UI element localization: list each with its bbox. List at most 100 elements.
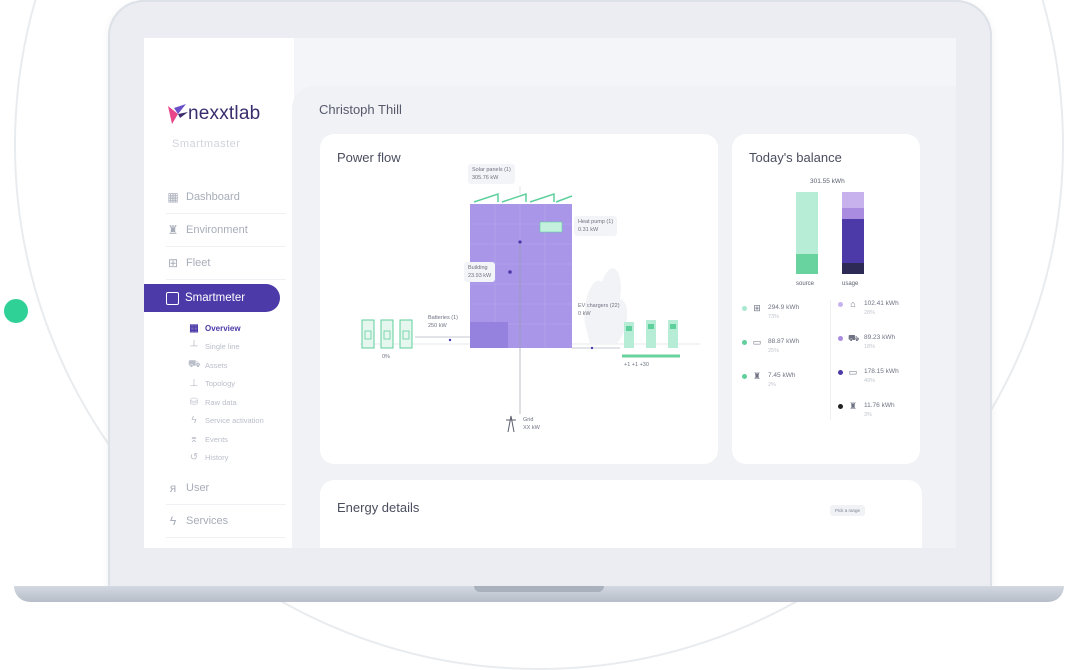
percent: 28% <box>864 310 876 316</box>
history-icon: ↺ <box>189 452 199 464</box>
usage-label: usage <box>842 281 859 287</box>
battery-pack-shape <box>361 319 413 349</box>
subnav-item-raw-data[interactable]: ⛁ Raw data <box>188 393 294 412</box>
ev-chargers-label: EV chargers (22) <box>578 303 620 309</box>
subnav-item-overview[interactable]: ▦ Overview <box>188 319 294 338</box>
sidebar-item-label: Services <box>186 515 229 527</box>
power-flow-card: Power flow Solar panels (1) 305.76 kW He… <box>320 134 718 464</box>
usage-row-battery: ▭ 178.15 kWh 49% <box>838 368 899 384</box>
sidebar-item-label: Fleet <box>186 257 211 269</box>
fleet-icon: ⊞ <box>167 256 179 270</box>
legend-dot <box>838 370 843 375</box>
source-label: source <box>796 281 815 287</box>
pick-range-button[interactable]: Pick a range <box>830 505 866 516</box>
source-row-battery: ▭ 88.87 kWh 25% <box>742 338 799 354</box>
building-value: 23.93 kW <box>468 273 492 279</box>
sidebar-item-services[interactable]: ϟ Services <box>166 505 286 538</box>
source-row-grid: ♜ 7.45 kWh 2% <box>742 372 795 388</box>
sidebar-item-label: Environment <box>186 224 248 236</box>
sidebar-item-label: Dashboard <box>186 191 240 203</box>
building-icon: ⌂ <box>850 299 856 309</box>
ev-chargers-tag: EV chargers (22) 0 kW <box>578 302 620 318</box>
hummingbird-logo-icon <box>166 102 188 126</box>
subnav-label: Single line <box>205 342 240 352</box>
subnav-item-single-line[interactable]: ┴ Single line <box>188 338 294 357</box>
subnav-label: Assets <box>205 360 228 370</box>
source-bar-segment <box>796 253 818 274</box>
solar-tag: Solar panels (1) 305.76 kW <box>468 164 515 184</box>
battery-icon: ▭ <box>848 367 858 377</box>
subnav-label: Overview <box>205 323 241 333</box>
legend-dot <box>838 302 843 307</box>
percent: 18% <box>864 344 876 350</box>
batteries-value: 250 kW <box>428 323 447 329</box>
percent: 3% <box>864 412 872 418</box>
legend-dot <box>838 404 843 409</box>
sidebar-item-dashboard[interactable]: ▦ Dashboard <box>166 181 286 214</box>
battery-icon: ▭ <box>752 337 762 347</box>
grid-label: Grid <box>523 417 534 423</box>
solar-panels-shape <box>473 192 573 203</box>
building-label: Building <box>468 265 488 271</box>
product-name: Smartmaster <box>172 138 241 150</box>
power-flow-diagram <box>360 186 700 433</box>
value: 88.87 kWh <box>768 338 800 345</box>
percent: 2% <box>768 382 776 388</box>
subnav-label: Topology <box>205 379 236 389</box>
value: 11.76 kWh <box>864 402 895 409</box>
logo: nexxtlab <box>166 102 260 126</box>
solar-label: Solar panels (1) <box>472 167 511 173</box>
database-icon: ⛁ <box>189 396 199 408</box>
legend-dot <box>838 336 843 341</box>
grid-tower-icon: ♜ <box>848 401 858 411</box>
balance-total: 301.55 kWh <box>810 178 845 185</box>
usage-bar <box>842 192 864 274</box>
usage-row-building: ⌂ 102.41 kWh 28% <box>838 300 899 316</box>
legend-dot <box>742 374 747 379</box>
building-tag: Building 23.93 kW <box>464 262 496 282</box>
usage-row-car: ⛟ 89.23 kWh 18% <box>838 334 895 350</box>
sidebar-item-label: User <box>186 482 210 494</box>
sidebar-item-environment[interactable]: ♜ Environment <box>166 214 286 247</box>
grid-tower-shape <box>506 415 516 433</box>
services-icon: ϟ <box>169 514 177 528</box>
subnav-item-topology[interactable]: ⊥ Topology <box>188 375 294 394</box>
ev-chargers-value: 0 kW <box>578 311 591 317</box>
batteries-label: Batteries (1) <box>428 315 458 321</box>
source-bar <box>796 192 818 274</box>
brand-name: nexxtlab <box>188 103 261 124</box>
grid-value: XX kW <box>523 425 540 431</box>
environment-icon: ♜ <box>167 223 179 237</box>
value: 89.23 kWh <box>864 334 896 341</box>
usage-bar-segment <box>842 208 864 220</box>
ev-chargers-shape <box>622 320 680 358</box>
subnav-label: Service activation <box>205 416 264 426</box>
sidebar-item-user[interactable]: ᴙ User <box>166 472 286 505</box>
legend-dot <box>742 340 747 345</box>
app-screen: nexxtlab Smartmaster ▦ Dashboard ♜ Envir… <box>144 38 956 548</box>
subnav-label: Raw data <box>205 397 237 407</box>
topology-icon: ⊥ <box>189 378 199 390</box>
subnav-item-service-activation[interactable]: ϟ Service activation <box>188 412 294 431</box>
ev-charger-groups: +1 +1 +30 <box>624 362 649 368</box>
car-icon: ⛟ <box>848 333 860 343</box>
heat-pump-label: Heat pump (1) <box>578 219 614 225</box>
balance-divider <box>830 300 831 420</box>
subnav-item-events[interactable]: ⌆ Events <box>188 430 294 449</box>
energy-details-card: Energy details Pick a range <box>320 480 922 548</box>
subnav-item-history[interactable]: ↺ History <box>188 449 294 468</box>
laptop-notch <box>474 586 604 592</box>
user-icon: ᴙ <box>169 481 177 495</box>
sidebar-item-smartmeter[interactable]: Smartmeter <box>144 284 280 312</box>
batteries-soc: 0% <box>382 354 390 360</box>
solar-panel-icon: ⊞ <box>753 303 761 313</box>
decorative-dot <box>4 299 28 323</box>
smartmeter-icon <box>166 291 179 305</box>
sidebar: nexxtlab Smartmaster ▦ Dashboard ♜ Envir… <box>144 38 294 548</box>
page-title: Christoph Thill <box>319 102 402 117</box>
subnav-item-assets[interactable]: ⛟ Assets <box>188 356 294 375</box>
balance-title: Today's balance <box>749 150 842 165</box>
solar-value: 305.76 kW <box>472 175 499 181</box>
sidebar-item-fleet[interactable]: ⊞ Fleet <box>166 247 286 280</box>
overview-icon: ▦ <box>189 322 199 334</box>
